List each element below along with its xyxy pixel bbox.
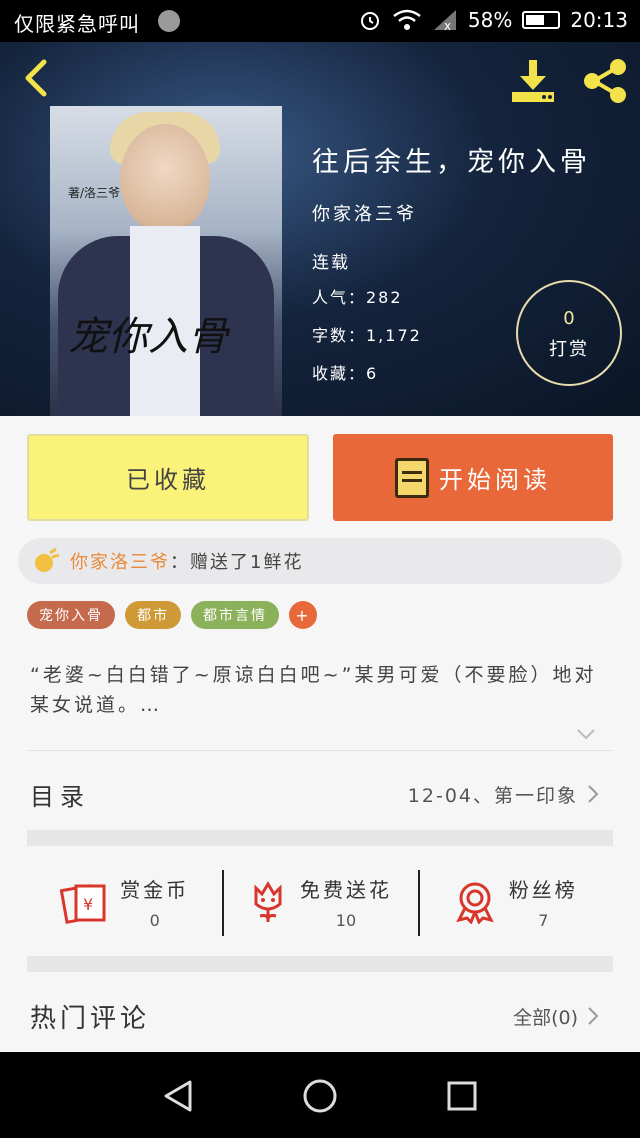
- favorited-label: 已收藏: [126, 466, 210, 494]
- nav-back-icon[interactable]: [160, 1078, 196, 1114]
- megaphone-icon: [35, 547, 60, 572]
- back-button[interactable]: [16, 56, 56, 100]
- nav-recents-icon[interactable]: [446, 1080, 478, 1112]
- favorites-stat: 收藏：6: [312, 364, 379, 383]
- book-header: 著/洛三爷 宠你入骨 往后余生，宠你入骨 你家洛三爷 连载 人气：282 字数：…: [0, 42, 640, 416]
- tag-item[interactable]: 都市: [125, 601, 181, 629]
- cover-face: [120, 124, 210, 234]
- hot-comments-row[interactable]: 热门评论 全部(0): [30, 994, 600, 1038]
- gold-coin-count: 0: [149, 911, 160, 930]
- reward-stats: ¥ 赏金币 0 免费送花 10 粉丝榜 7: [27, 862, 613, 942]
- divider: [27, 750, 613, 751]
- section-separator: [27, 956, 613, 972]
- all-comments-link[interactable]: 全部(0): [513, 1003, 600, 1030]
- tip-button[interactable]: 0 打赏: [516, 280, 622, 386]
- share-button[interactable]: [580, 56, 630, 106]
- gift-user[interactable]: 你家洛三爷: [70, 548, 170, 574]
- medal-icon: [456, 882, 494, 924]
- book-title: 往后余生，宠你入骨: [312, 147, 591, 178]
- book-cover: 著/洛三爷 宠你入骨: [50, 106, 282, 416]
- svg-text:x: x: [444, 19, 451, 32]
- tag-item[interactable]: 都市言情: [191, 601, 279, 629]
- flower-icon: [254, 881, 282, 922]
- system-nav-bar: [0, 1052, 640, 1138]
- all-comments-label: 全部(0): [513, 1006, 578, 1029]
- catalog-row[interactable]: 目录 12-04、第一印象: [30, 772, 600, 816]
- book-description: “老婆~白白错了~原谅白白吧~”某男可爱（不要脸）地对某女说道。…: [30, 664, 597, 716]
- popularity-stat: 人气：282: [312, 288, 403, 307]
- book-icon: [395, 457, 429, 498]
- battery-percent: 58%: [467, 8, 513, 32]
- gift-message: ：赠送了1鲜花: [170, 552, 304, 573]
- cover-author: 著/洛三爷: [68, 186, 121, 200]
- free-flower-count: 10: [335, 911, 357, 930]
- section-separator: [27, 830, 613, 846]
- status-bar: 仅限紧急呼叫 x 58% 20:13: [0, 0, 640, 42]
- add-tag-button[interactable]: +: [289, 601, 317, 629]
- tip-count: 0: [563, 308, 575, 329]
- gold-coin-reward[interactable]: ¥ 赏金币 0: [27, 862, 222, 942]
- battery-icon: [522, 11, 561, 29]
- nav-home-icon[interactable]: [302, 1078, 338, 1114]
- word-count-stat: 字数：1,172: [312, 326, 422, 345]
- fan-ranking-label: 粉丝榜: [508, 878, 578, 902]
- download-button[interactable]: [508, 56, 558, 106]
- tag-item[interactable]: 宠你入骨: [27, 601, 115, 629]
- book-status: 连载: [312, 253, 350, 273]
- wifi-icon: [393, 9, 421, 30]
- latest-chapter: 12-04、第一印象: [407, 784, 578, 807]
- signal-icon: x: [433, 10, 456, 32]
- free-flower[interactable]: 免费送花 10: [222, 862, 417, 942]
- catalog-latest: 12-04、第一印象: [408, 781, 600, 808]
- chevron-right-icon: [588, 785, 599, 803]
- tag-list: 宠你入骨 都市 都市言情 +: [27, 601, 317, 629]
- chevron-right-icon: [588, 1007, 599, 1025]
- clock: 20:13: [570, 8, 628, 32]
- start-reading-label: 开始阅读: [439, 466, 551, 494]
- cover-calligraphy: 宠你入骨: [68, 314, 228, 360]
- gift-banner: 你家洛三爷 ：赠送了1鲜花: [18, 538, 622, 584]
- fan-ranking-count: 7: [538, 911, 549, 930]
- fan-ranking[interactable]: 粉丝榜 7: [417, 862, 613, 942]
- gold-coin-label: 赏金币: [120, 878, 190, 902]
- alarm-icon: [360, 12, 379, 30]
- hot-comments-label: 热门评论: [30, 1003, 151, 1034]
- svg-text:¥: ¥: [83, 895, 93, 914]
- tip-label: 打赏: [549, 339, 589, 360]
- moon-icon: [158, 10, 180, 32]
- start-reading-button[interactable]: 开始阅读: [333, 434, 613, 521]
- free-flower-label: 免费送花: [299, 878, 392, 902]
- carrier-text: 仅限紧急呼叫: [14, 12, 140, 36]
- catalog-label: 目录: [30, 782, 90, 811]
- red-envelope-icon: ¥: [60, 884, 106, 924]
- status-icons: x 58% 20:13: [358, 8, 628, 32]
- favorited-button[interactable]: 已收藏: [27, 434, 309, 521]
- expand-description-icon[interactable]: [576, 724, 596, 744]
- book-author[interactable]: 你家洛三爷: [312, 200, 417, 226]
